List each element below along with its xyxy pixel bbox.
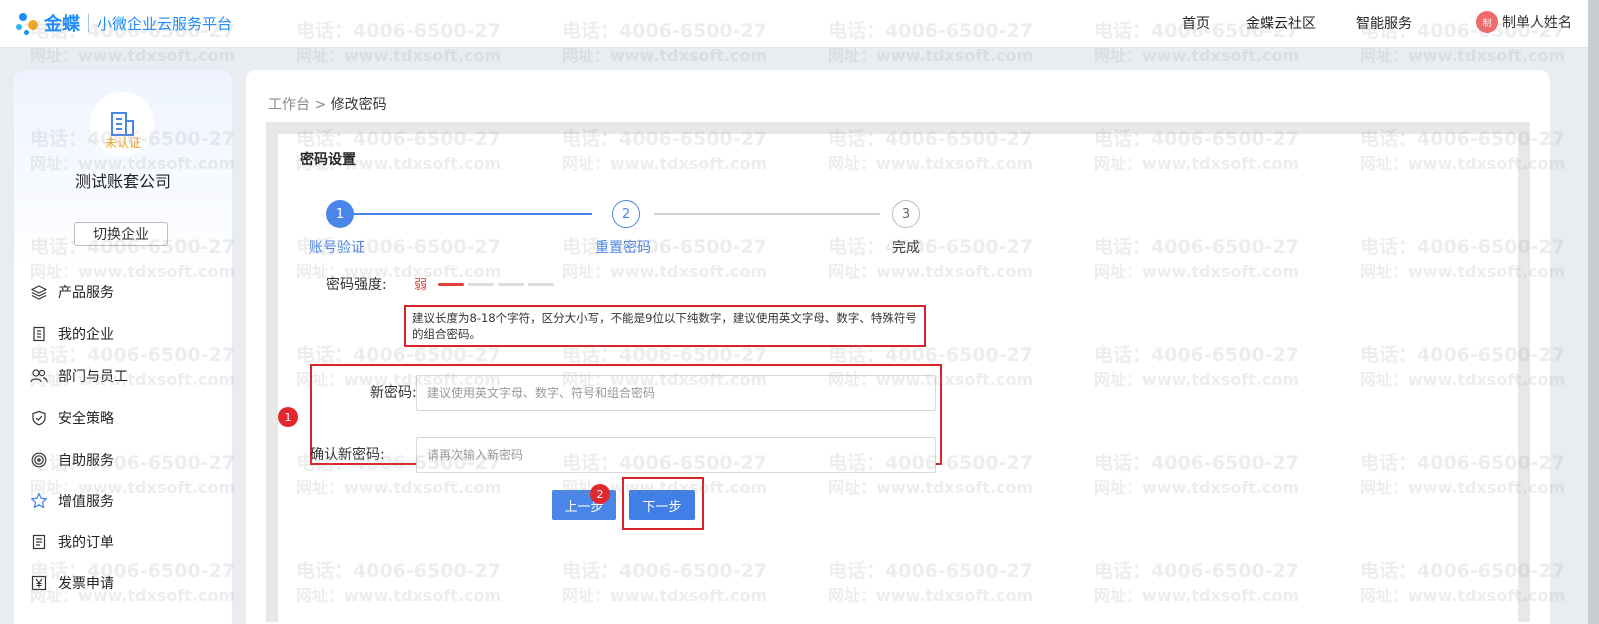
company-name: 测试账套公司 <box>74 172 171 191</box>
sidebar-item-my-enterprise[interactable]: 我的企业 <box>30 322 114 346</box>
step-1-circle: 1 <box>326 200 354 228</box>
next-step-button[interactable]: 下一步 <box>629 490 695 520</box>
strength-bar <box>528 283 554 286</box>
sidebar: 未认证 测试账套公司 切换企业 产品服务 我的企业 部门与员工 安全策略 自助服… <box>14 70 232 624</box>
sidebar-item-label: 增值服务 <box>58 494 114 510</box>
sidebar-item-label: 我的订单 <box>58 535 114 551</box>
kingdee-logo-icon <box>16 10 42 36</box>
user-name: 制单人姓名 <box>1502 15 1572 31</box>
breadcrumb-current: 修改密码 <box>330 97 387 113</box>
top-bar: 金蝶 小微企业云服务平台 首页 金蝶云社区 智能服务 制 制单人姓名 <box>0 0 1599 48</box>
sidebar-item-self-service[interactable]: 自助服务 <box>30 448 114 472</box>
sidebar-item-label: 安全策略 <box>58 411 114 427</box>
layers-icon <box>30 283 48 301</box>
sidebar-item-value-added[interactable]: 增值服务 <box>30 489 114 513</box>
sidebar-item-label: 产品服务 <box>58 285 114 301</box>
main-panel: 工作台 > 修改密码 密码设置 1 2 3 账号验证 重置密码 完成 密码强度:… <box>246 70 1550 624</box>
strength-label: 密码强度: <box>326 277 387 293</box>
sidebar-item-my-orders[interactable]: 我的订单 <box>30 530 114 554</box>
sidebar-item-label: 发票申请 <box>58 576 114 592</box>
logo[interactable]: 金蝶 小微企业云服务平台 <box>16 8 232 38</box>
new-password-input[interactable] <box>416 375 936 411</box>
annotation-badge-1: 1 <box>278 407 298 427</box>
card-title: 密码设置 <box>300 152 356 168</box>
sidebar-item-security[interactable]: 安全策略 <box>30 406 114 430</box>
annotation-badge-2: 2 <box>590 484 610 504</box>
step-3-circle: 3 <box>892 200 920 228</box>
building-icon <box>30 325 48 343</box>
shield-icon <box>30 409 48 427</box>
target-icon <box>30 451 48 469</box>
confirm-password-label: 确认新密码: <box>310 447 385 463</box>
strength-bar <box>438 283 464 286</box>
sidebar-item-invoice[interactable]: 发票申请 <box>30 571 114 595</box>
sidebar-item-departments[interactable]: 部门与员工 <box>30 364 128 388</box>
new-password-label: 新密码: <box>370 385 417 401</box>
nav-smart-service[interactable]: 智能服务 <box>1356 13 1412 33</box>
company-panel: 未认证 测试账套公司 切换企业 <box>14 70 232 270</box>
list-icon <box>30 533 48 551</box>
company-status-badge: 未认证 <box>104 136 141 150</box>
switch-company-button[interactable]: 切换企业 <box>74 222 168 246</box>
password-settings-card: 密码设置 1 2 3 账号验证 重置密码 完成 密码强度: 弱 建议长度为8-1… <box>278 134 1518 622</box>
sidebar-item-label: 自助服务 <box>58 453 114 469</box>
sidebar-item-products[interactable]: 产品服务 <box>30 280 114 304</box>
step-3-label: 完成 <box>892 240 920 256</box>
step-connector-1 <box>354 213 592 215</box>
strength-value: 弱 <box>414 278 428 293</box>
platform-name: 小微企业云服务平台 <box>97 14 233 33</box>
strength-bar <box>498 283 524 286</box>
confirm-password-input[interactable] <box>416 437 936 473</box>
content-frame: 密码设置 1 2 3 账号验证 重置密码 完成 密码强度: 弱 建议长度为8-1… <box>266 122 1530 622</box>
avatar: 制 <box>1476 11 1498 33</box>
window-scrollbar[interactable] <box>1588 0 1599 624</box>
password-hint: 建议长度为8-18个字符，区分大小写，不能是9位以下纯数字，建议使用英文字母、数… <box>404 305 926 347</box>
step-1-label: 账号验证 <box>309 240 365 256</box>
breadcrumb: 工作台 > 修改密码 <box>268 94 387 114</box>
breadcrumb-separator: > <box>314 97 327 113</box>
breadcrumb-root[interactable]: 工作台 <box>268 97 310 113</box>
nav-home[interactable]: 首页 <box>1182 13 1210 33</box>
people-icon <box>30 367 48 385</box>
sidebar-item-label: 我的企业 <box>58 327 114 343</box>
strength-bar <box>468 283 494 286</box>
sidebar-item-label: 部门与员工 <box>58 369 128 385</box>
user-menu[interactable]: 制 制单人姓名 <box>1476 11 1572 33</box>
brand-name: 金蝶 <box>44 14 80 35</box>
step-2-label: 重置密码 <box>595 240 651 256</box>
star-icon <box>30 492 48 510</box>
yen-icon <box>30 574 48 592</box>
step-2-circle: 2 <box>612 200 640 228</box>
logo-divider <box>88 14 89 32</box>
step-connector-2 <box>654 213 880 215</box>
nav-community[interactable]: 金蝶云社区 <box>1246 13 1316 33</box>
